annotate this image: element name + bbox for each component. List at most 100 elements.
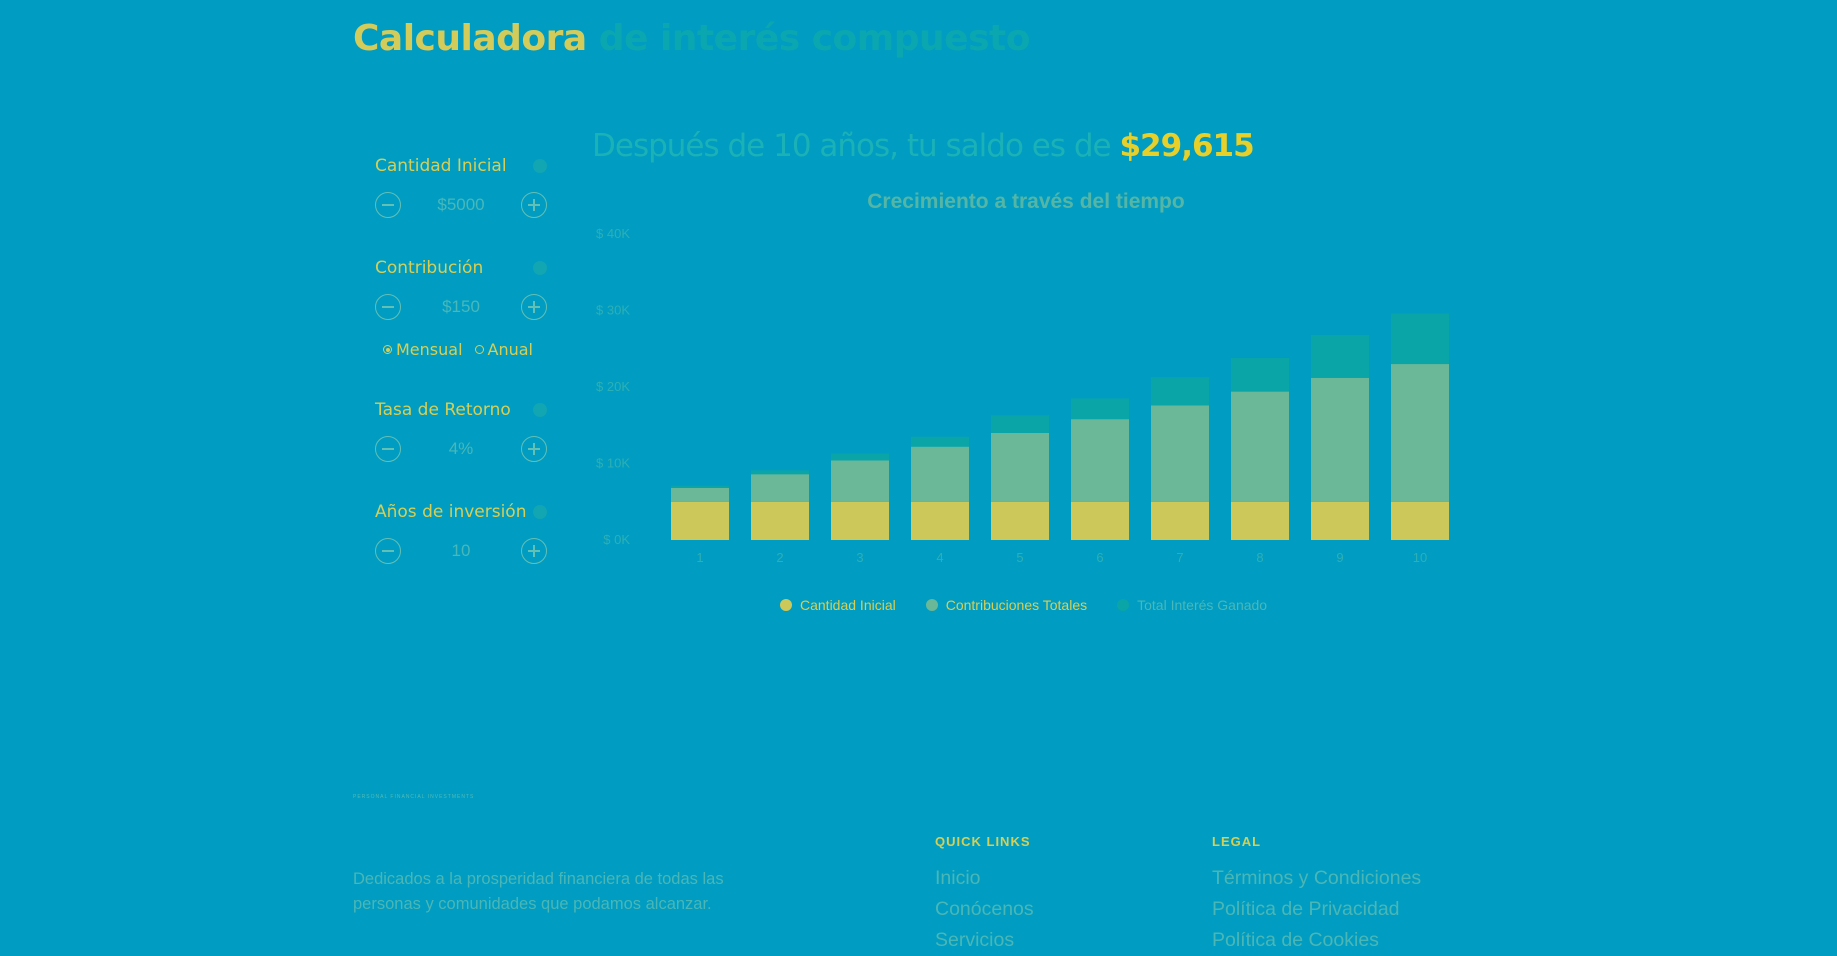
y-tick-label: $ 20K <box>596 379 630 394</box>
bar-segment[interactable] <box>991 432 1049 502</box>
bar-segment[interactable] <box>1231 501 1289 540</box>
page-title: Calculadora de interés compuesto <box>353 18 1030 59</box>
bar-segment[interactable] <box>1311 334 1369 378</box>
footer-link-servicios[interactable]: Servicios <box>935 925 1034 956</box>
legend-label: Cantidad Inicial <box>800 597 896 613</box>
footer-link-privacidad[interactable]: Política de Privacidad <box>1212 894 1421 925</box>
footer-link-inicio[interactable]: Inicio <box>935 863 1034 894</box>
radio-annual[interactable] <box>474 345 484 354</box>
bar-segment[interactable] <box>911 501 969 540</box>
bar-segment[interactable] <box>671 501 729 540</box>
bar-segment[interactable] <box>911 446 969 502</box>
y-tick-label: $ 40K <box>596 226 630 241</box>
return-rate-control: Tasa de Retorno 4% <box>375 398 547 462</box>
y-tick-label: $ 10K <box>596 456 630 471</box>
quick-links-heading: QUICK LINKS <box>935 834 1031 849</box>
bar-segment[interactable] <box>1151 405 1209 502</box>
bar-segment[interactable] <box>1311 377 1369 502</box>
radio-monthly-label[interactable]: Mensual <box>396 340 463 359</box>
bar-segment[interactable] <box>911 436 969 447</box>
legend-swatch <box>925 599 938 611</box>
info-icon[interactable] <box>533 505 547 519</box>
increment-button[interactable] <box>521 192 547 218</box>
return-rate-label: Tasa de Retorno <box>375 400 511 420</box>
x-tick-label: 4 <box>936 550 943 565</box>
contribution-input[interactable]: $150 <box>426 297 496 317</box>
legend-swatch <box>1117 599 1130 611</box>
legend-item[interactable]: Cantidad Inicial <box>780 597 896 613</box>
chart-legend: Cantidad Inicial Contribuciones Totales … <box>780 597 1297 613</box>
info-icon[interactable] <box>533 159 547 173</box>
bar-segment[interactable] <box>831 501 889 540</box>
x-tick-label: 9 <box>1336 550 1343 565</box>
bar-segment[interactable] <box>751 501 809 540</box>
decrement-button[interactable] <box>375 538 401 564</box>
y-tick-label: $ 30K <box>596 303 630 318</box>
bar-segment[interactable] <box>1231 391 1289 502</box>
page-title-main: Calculadora <box>353 18 587 59</box>
footer-tagline: PERSONAL FINANCIAL INVESTMENTS <box>353 794 475 800</box>
bar-segment[interactable] <box>1071 501 1129 540</box>
initial-amount-input[interactable]: $5000 <box>426 195 496 215</box>
bar-segment[interactable] <box>671 485 729 488</box>
decrement-button[interactable] <box>375 436 401 462</box>
footer-legal: LEGAL Términos y Condiciones Política de… <box>1212 834 1421 956</box>
result-summary: Después de 10 años, tu saldo es de $29,6… <box>592 128 1255 164</box>
bar-segment[interactable] <box>991 501 1049 540</box>
increment-button[interactable] <box>521 294 547 320</box>
footer-link-terminos[interactable]: Términos y Condiciones <box>1212 863 1421 894</box>
x-tick-label: 5 <box>1016 550 1023 565</box>
return-rate-input[interactable]: 4% <box>426 439 496 459</box>
footer-link-cookies[interactable]: Política de Cookies <box>1212 925 1421 956</box>
years-control: Años de inversión 10 <box>375 500 547 564</box>
bar-segment[interactable] <box>1311 501 1369 540</box>
bar-segment[interactable] <box>1151 501 1209 540</box>
x-tick-label: 10 <box>1413 550 1427 565</box>
frequency-radio-group: Mensual Anual <box>375 340 547 359</box>
growth-chart: $ 0K $ 10K $ 20K $ 30K $ 40K 1 2 3 4 5 6 7 8 9 10 <box>596 226 1449 565</box>
result-text: Después de 10 años, tu saldo es de <box>592 128 1112 164</box>
info-icon[interactable] <box>533 261 547 275</box>
bar-segment[interactable] <box>1071 419 1129 502</box>
page-title-sub: de interés compuesto <box>598 18 1031 59</box>
bar-segment[interactable] <box>831 460 889 502</box>
bar-segment[interactable] <box>831 453 889 461</box>
bar-segment[interactable] <box>671 487 729 502</box>
legend-swatch <box>780 599 792 611</box>
radio-monthly[interactable] <box>383 345 392 354</box>
contribution-label: Contribución <box>375 258 484 278</box>
legend-item[interactable]: Contribuciones Totales <box>925 597 1088 613</box>
bar-segment[interactable] <box>751 470 809 475</box>
radio-annual-label[interactable]: Anual <box>488 340 533 359</box>
footer-quick-links: QUICK LINKS Inicio Conócenos Servicios <box>935 834 1034 956</box>
legend-label: Total Interés Ganado <box>1137 597 1268 613</box>
x-tick-label: 8 <box>1256 550 1263 565</box>
legend-item[interactable]: Total Interés Ganado <box>1117 597 1267 613</box>
bar-segment[interactable] <box>1391 364 1449 502</box>
footer-description: Dedicados a la prosperidad financiera de… <box>353 870 724 913</box>
x-tick-label: 3 <box>856 550 863 565</box>
bar-segment[interactable] <box>1151 377 1209 406</box>
chart-title: Crecimiento a través del tiempo <box>867 190 1185 213</box>
x-tick-label: 6 <box>1096 550 1103 565</box>
years-input[interactable]: 10 <box>426 541 496 561</box>
bar-segment[interactable] <box>1391 313 1449 365</box>
increment-button[interactable] <box>521 538 547 564</box>
decrement-button[interactable] <box>375 192 401 218</box>
increment-button[interactable] <box>521 436 547 462</box>
x-tick-label: 2 <box>776 550 783 565</box>
contribution-control: Contribución $150 Mensual Anual <box>375 256 547 359</box>
bar-segment[interactable] <box>1071 398 1129 420</box>
footer-link-conocenos[interactable]: Conócenos <box>935 894 1034 925</box>
legend-label: Contribuciones Totales <box>945 597 1088 613</box>
decrement-button[interactable] <box>375 294 401 320</box>
x-tick-label: 1 <box>696 550 703 565</box>
bar-segment[interactable] <box>751 474 809 502</box>
bar-segment[interactable] <box>1231 357 1289 392</box>
bar-segment[interactable] <box>991 415 1049 433</box>
initial-amount-label: Cantidad Inicial <box>375 156 507 176</box>
x-tick-label: 7 <box>1176 550 1183 565</box>
bar-segment[interactable] <box>1391 501 1449 540</box>
legal-heading: LEGAL <box>1212 834 1262 849</box>
info-icon[interactable] <box>533 403 547 417</box>
